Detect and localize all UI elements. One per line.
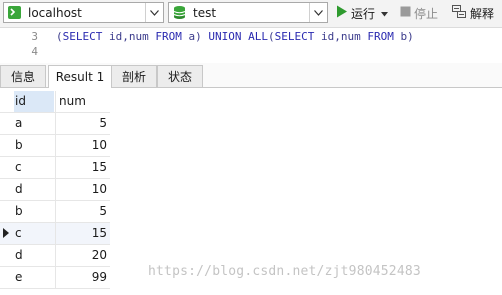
cell-id[interactable]: c (14, 223, 54, 244)
cell-num[interactable]: 10 (55, 135, 110, 156)
connection-icon (7, 5, 22, 23)
database-select[interactable]: test (168, 2, 328, 23)
line-number: 4 (31, 45, 38, 58)
play-icon (336, 5, 348, 21)
cell-id[interactable]: a (14, 113, 54, 134)
tab-result-1[interactable]: Result 1 (48, 65, 112, 88)
watermark: https://blog.csdn.net/zjt980452483 (148, 264, 421, 279)
column-header-id[interactable]: id (14, 91, 54, 112)
cell-id[interactable]: d (14, 245, 54, 266)
tab-info-label: 信息 (10, 70, 35, 84)
chevron-down-icon[interactable] (309, 3, 327, 22)
cell-num[interactable]: 5 (55, 201, 110, 222)
grid-header-row: id num (0, 91, 110, 113)
current-row-marker-icon (3, 228, 9, 238)
explain-label: 解释 (470, 6, 495, 21)
table-row[interactable]: b 5 (0, 201, 110, 223)
database-value: test (193, 6, 217, 20)
result-tabs: 信息 Result 1 剖析 状态 (0, 63, 502, 88)
cell-num[interactable]: 5 (55, 113, 110, 134)
tab-status-label: 状态 (167, 70, 192, 84)
table-row[interactable]: d 20 (0, 245, 110, 267)
toolbar: localhost test 运行 停止 解释 (0, 0, 502, 28)
connection-value: localhost (28, 6, 82, 20)
tab-status[interactable]: 状态 (157, 65, 203, 87)
cell-num[interactable]: 10 (55, 179, 110, 200)
table-row[interactable]: d 10 (0, 179, 110, 201)
table-row[interactable]: b 10 (0, 135, 110, 157)
chevron-down-icon[interactable] (145, 3, 163, 22)
cell-id[interactable]: b (14, 135, 54, 156)
table-row[interactable]: e 99 (0, 267, 110, 289)
run-dropdown-icon[interactable] (381, 6, 389, 20)
column-header-num[interactable]: num (55, 91, 110, 112)
run-button[interactable]: 运行 (336, 4, 389, 22)
cell-num[interactable]: 15 (55, 223, 110, 244)
editor-line: 4 (0, 45, 502, 60)
table-row[interactable]: c 15 (0, 157, 110, 179)
line-number: 3 (31, 30, 38, 43)
cell-id[interactable]: e (14, 267, 54, 288)
cell-num[interactable]: 99 (55, 267, 110, 288)
sql-code[interactable]: (SELECT id,num FROM a) UNION ALL(SELECT … (56, 30, 414, 43)
tab-result-1-label: Result 1 (55, 70, 105, 84)
tab-profile-label: 剖析 (121, 70, 146, 84)
cell-num[interactable]: 20 (55, 245, 110, 266)
database-icon (172, 5, 187, 23)
tab-info[interactable]: 信息 (0, 65, 46, 87)
result-grid: id num a 5 b 10 c 15 d 10 b 5 c 15 d 20 … (0, 91, 110, 289)
cell-id[interactable]: c (14, 157, 54, 178)
stop-button[interactable]: 停止 (400, 4, 438, 22)
cell-id[interactable]: d (14, 179, 54, 200)
editor-line: 3 (SELECT id,num FROM a) UNION ALL(SELEC… (0, 30, 502, 45)
stop-label: 停止 (414, 6, 439, 21)
table-row[interactable]: a 5 (0, 113, 110, 135)
cell-id[interactable]: b (14, 201, 54, 222)
tab-profile[interactable]: 剖析 (111, 65, 157, 87)
run-label: 运行 (351, 6, 376, 21)
connection-select[interactable]: localhost (3, 2, 164, 23)
sql-editor[interactable]: 3 (SELECT id,num FROM a) UNION ALL(SELEC… (0, 28, 502, 62)
cell-num[interactable]: 15 (55, 157, 110, 178)
table-row-selected[interactable]: c 15 (0, 223, 110, 245)
stop-icon (400, 6, 411, 20)
explain-icon (452, 4, 467, 22)
explain-button[interactable]: 解释 (452, 4, 494, 22)
